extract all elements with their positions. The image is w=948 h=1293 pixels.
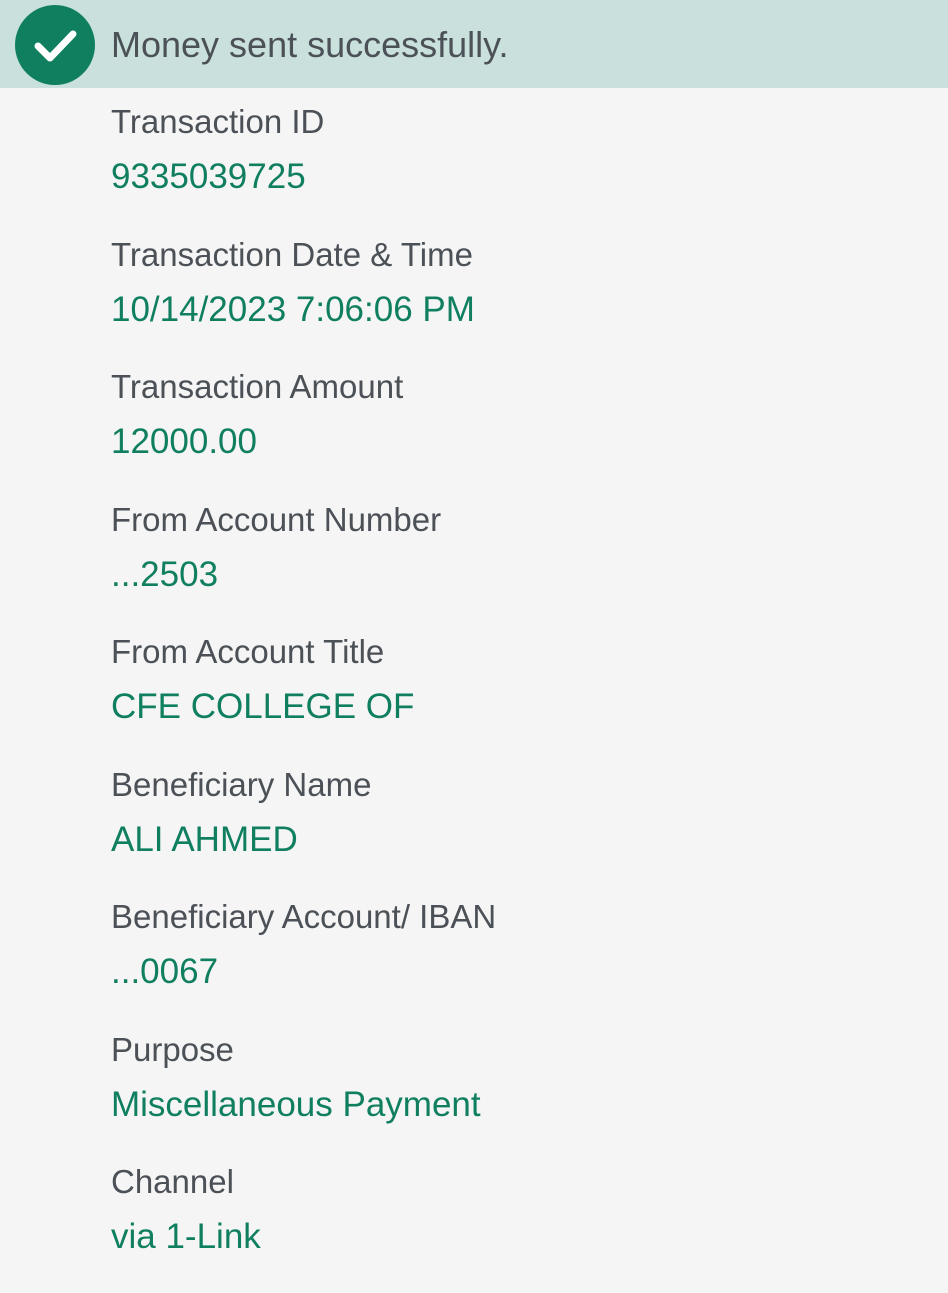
- field-transaction-date-time: Transaction Date & Time 10/14/2023 7:06:…: [111, 233, 931, 366]
- field-label: From Account Title: [111, 633, 385, 670]
- field-value: 9335039725: [111, 157, 306, 196]
- field-value: ...2503: [111, 554, 219, 594]
- field-beneficiary-name: Beneficiary Name ALI AHMED: [111, 763, 931, 896]
- field-value: ALI AHMED: [111, 819, 298, 859]
- field-from-account-number: From Account Number ...2503: [111, 498, 931, 631]
- field-label: Channel: [111, 1163, 234, 1200]
- success-message: Money sent successfully.: [111, 24, 509, 65]
- field-transaction-amount: Transaction Amount 12000.00: [111, 365, 931, 498]
- field-value: Miscellaneous Payment: [111, 1084, 481, 1124]
- field-value: via 1-Link: [111, 1217, 261, 1256]
- field-channel: Channel via 1-Link: [111, 1160, 931, 1293]
- field-from-account-title: From Account Title CFE COLLEGE OF: [111, 630, 931, 763]
- transaction-details: Transaction ID 9335039725 Transaction Da…: [111, 100, 931, 1293]
- field-purpose: Purpose Miscellaneous Payment: [111, 1028, 931, 1161]
- field-beneficiary-account-iban: Beneficiary Account/ IBAN ...0067: [111, 895, 931, 1028]
- field-label: Beneficiary Name: [111, 765, 372, 803]
- field-label: Beneficiary Account/ IBAN: [111, 898, 497, 935]
- field-transaction-id: Transaction ID 9335039725: [111, 100, 931, 233]
- check-circle-icon: [15, 5, 95, 85]
- field-value: 10/14/2023 7:06:06 PM: [111, 289, 475, 329]
- success-banner: Money sent successfully.: [0, 0, 948, 88]
- field-label: Transaction ID: [111, 103, 325, 140]
- checkmark-icon: [34, 30, 77, 62]
- field-value: 12000.00: [111, 422, 257, 461]
- field-value: ...0067: [111, 952, 219, 991]
- field-label: Transaction Date & Time: [111, 235, 473, 273]
- field-label: Transaction Amount: [111, 368, 404, 405]
- field-value: CFE COLLEGE OF: [111, 687, 415, 726]
- field-label: Purpose: [111, 1030, 234, 1068]
- field-label: From Account Number: [111, 500, 442, 538]
